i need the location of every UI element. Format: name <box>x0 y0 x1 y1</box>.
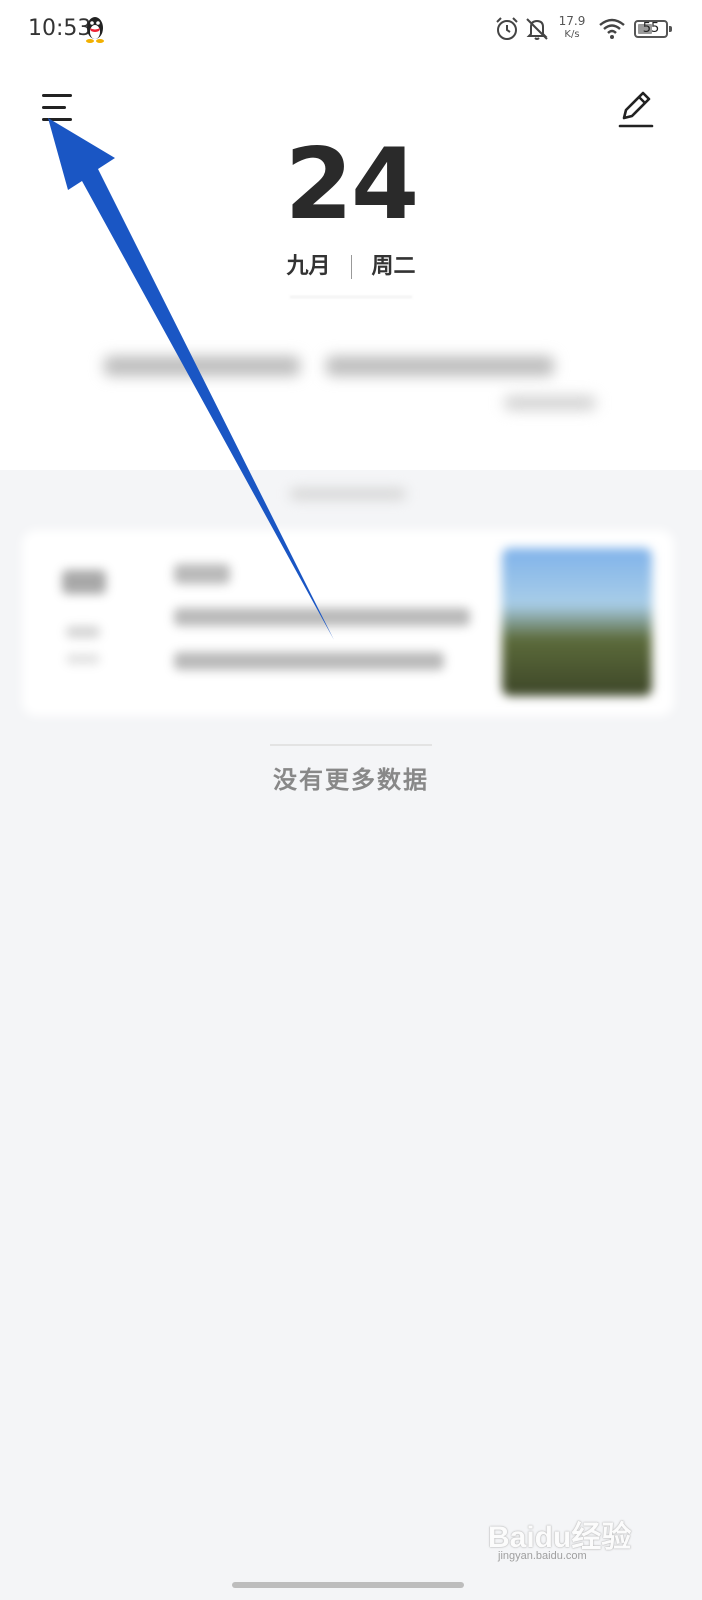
menu-line-bottom <box>42 118 72 121</box>
date-month: 九月 <box>286 254 331 279</box>
status-bar: 10:53 17.9 K/s 55 <box>0 0 702 64</box>
empty-divider <box>270 744 432 746</box>
blurred-card-date-sub <box>66 626 100 638</box>
net-speed-unit: K/s <box>564 29 580 40</box>
menu-line-middle <box>42 106 66 109</box>
hamburger-menu-icon[interactable] <box>38 90 80 130</box>
battery-level: 55 <box>642 21 660 36</box>
date-day: 24 <box>284 128 419 242</box>
baidu-watermark: Baidu经验 jingyan.baidu.com <box>488 1512 658 1572</box>
blurred-card-thumbnail <box>502 548 652 696</box>
blurred-card-text-1 <box>174 608 470 626</box>
blurred-quote-line-1b <box>326 356 554 376</box>
blurred-card-date-sub2 <box>66 654 100 664</box>
wifi-icon <box>599 18 625 39</box>
blurred-entry-card[interactable] <box>22 530 674 716</box>
date-separator <box>350 255 352 279</box>
blurred-quote-line-2 <box>504 396 596 410</box>
date-divider <box>290 296 412 298</box>
alarm-icon <box>496 17 518 40</box>
pencil-edit-icon[interactable] <box>616 88 656 132</box>
menu-line-top <box>42 94 72 97</box>
blurred-section-label <box>290 488 406 500</box>
blurred-card-date <box>62 570 106 594</box>
bell-off-icon <box>526 18 548 40</box>
date-weekday: 周二 <box>371 254 416 279</box>
blurred-card-title <box>174 564 230 584</box>
no-more-data-text: 没有更多数据 <box>273 766 429 794</box>
date-line: 九月 周二 <box>0 248 702 280</box>
status-time: 10:53 <box>28 16 92 41</box>
status-icons: 17.9 K/s 55 <box>494 14 684 46</box>
blurred-quote-line-1a <box>104 356 300 376</box>
net-speed-value: 17.9 <box>558 14 586 28</box>
qq-penguin-icon <box>86 17 104 43</box>
watermark-url: jingyan.baidu.com <box>498 1550 587 1562</box>
net-speed: 17.9 K/s <box>554 14 590 42</box>
battery-icon: 55 <box>634 20 672 38</box>
blurred-card-text-2 <box>174 652 444 670</box>
home-indicator[interactable] <box>232 1582 464 1588</box>
